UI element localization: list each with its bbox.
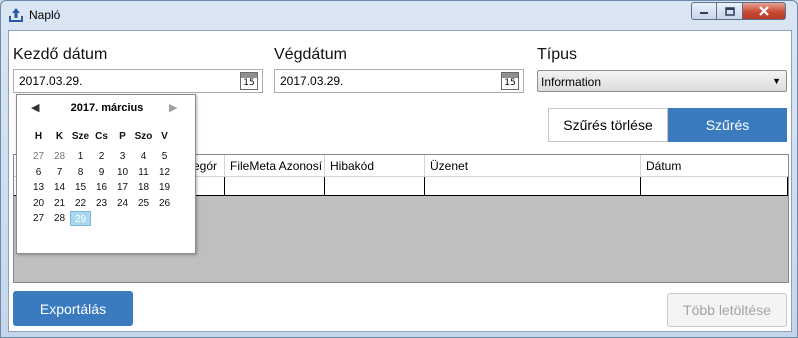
upload-icon bbox=[9, 8, 23, 22]
calendar-weekday: Szo bbox=[134, 131, 153, 142]
maximize-icon bbox=[724, 6, 735, 16]
calendar-day[interactable]: 24 bbox=[112, 196, 133, 211]
close-button[interactable] bbox=[743, 2, 786, 20]
calendar-day[interactable]: 13 bbox=[28, 180, 49, 195]
client-area: Kezdő dátum 2017.03.29. 15 Végdátum 2017… bbox=[8, 30, 792, 332]
type-select[interactable]: Information ▼ bbox=[537, 70, 787, 92]
calendar-day[interactable]: 23 bbox=[91, 196, 112, 211]
column-header[interactable]: FileMeta Azonosí bbox=[225, 155, 325, 177]
close-icon bbox=[759, 6, 769, 16]
calendar-day[interactable]: 21 bbox=[49, 196, 70, 211]
type-select-value: Information bbox=[541, 75, 602, 89]
calendar-day[interactable]: 17 bbox=[112, 180, 133, 195]
maximize-button[interactable] bbox=[717, 2, 743, 20]
table-cell[interactable] bbox=[325, 177, 425, 195]
title-bar[interactable]: Napló bbox=[1, 1, 797, 29]
calendar-day[interactable]: 28 bbox=[49, 211, 70, 226]
minimize-icon bbox=[700, 12, 708, 14]
end-calendar-icon[interactable]: 15 bbox=[501, 72, 519, 90]
calendar-day[interactable]: 14 bbox=[49, 180, 70, 195]
export-button[interactable]: Exportálás bbox=[13, 291, 133, 326]
calendar-day[interactable]: 6 bbox=[28, 165, 49, 180]
calendar-day[interactable]: 25 bbox=[133, 196, 154, 211]
calendar-day[interactable]: 16 bbox=[91, 180, 112, 195]
calendar-day[interactable]: 18 bbox=[133, 180, 154, 195]
start-date-value[interactable]: 2017.03.29. bbox=[19, 74, 82, 88]
calendar-day[interactable]: 7 bbox=[49, 165, 70, 180]
calendar-day[interactable]: 20 bbox=[28, 196, 49, 211]
calendar-day[interactable]: 11 bbox=[133, 165, 154, 180]
calendar-month-title[interactable]: 2017. március bbox=[57, 102, 157, 114]
calendar-day[interactable]: 2 bbox=[91, 149, 112, 164]
calendar-day[interactable]: 3 bbox=[112, 149, 133, 164]
table-cell[interactable] bbox=[425, 177, 641, 195]
calendar-weekday: K bbox=[55, 131, 64, 142]
column-header[interactable]: Dátum bbox=[641, 155, 788, 177]
calendar-day[interactable]: 1 bbox=[70, 149, 91, 164]
calendar-day[interactable]: 22 bbox=[70, 196, 91, 211]
calendar-day[interactable]: 19 bbox=[154, 180, 175, 195]
calendar-day[interactable]: 26 bbox=[154, 196, 175, 211]
end-date-picker[interactable]: 2017.03.29. 15 bbox=[274, 69, 524, 93]
calendar-weekday: H bbox=[34, 131, 43, 142]
end-date-value[interactable]: 2017.03.29. bbox=[280, 74, 343, 88]
chevron-down-icon: ▼ bbox=[772, 76, 781, 86]
calendar-day[interactable]: 5 bbox=[154, 149, 175, 164]
calendar-day[interactable]: 4 bbox=[133, 149, 154, 164]
filter-button[interactable]: Szűrés bbox=[668, 108, 787, 142]
calendar-weekday: Sze bbox=[71, 131, 90, 142]
next-month-icon[interactable]: ▶ bbox=[169, 101, 177, 114]
start-calendar-icon[interactable]: 15 bbox=[240, 72, 258, 90]
calendar-weekday: Cs bbox=[95, 131, 108, 142]
load-more-button[interactable]: Több letöltése bbox=[667, 293, 787, 327]
calendar-day[interactable]: 29 bbox=[70, 211, 91, 226]
start-date-label: Kezdő dátum bbox=[13, 46, 108, 63]
calendar-popup[interactable]: ◀ 2017. március ▶ H K Sze Cs P Szo V 27 28 1 2 3 4 5 6… bbox=[16, 94, 196, 254]
type-label: Típus bbox=[537, 46, 578, 63]
table-cell[interactable] bbox=[225, 177, 325, 195]
calendar-day[interactable]: 12 bbox=[154, 165, 175, 180]
previous-month-icon[interactable]: ◀ bbox=[31, 101, 39, 114]
end-date-label: Végdátum bbox=[274, 46, 347, 63]
calendar-weekday: P bbox=[119, 131, 126, 142]
calendar-day[interactable]: 10 bbox=[112, 165, 133, 180]
calendar-day[interactable]: 9 bbox=[91, 165, 112, 180]
calendar-day[interactable]: 27 bbox=[28, 149, 49, 164]
window-title: Napló bbox=[29, 8, 61, 22]
clear-filter-button[interactable]: Szűrés törlése bbox=[548, 108, 668, 142]
calendar-day[interactable]: 8 bbox=[70, 165, 91, 180]
column-header[interactable]: Üzenet bbox=[425, 155, 641, 177]
calendar-weekday: V bbox=[161, 131, 168, 142]
calendar-day[interactable]: 27 bbox=[28, 211, 49, 226]
calendar-day[interactable]: 28 bbox=[49, 149, 70, 164]
calendar-day[interactable]: 15 bbox=[70, 180, 91, 195]
column-header[interactable]: Hibakód bbox=[325, 155, 425, 177]
minimize-button[interactable] bbox=[691, 2, 717, 20]
app-window: Napló Kezdő dátum 2017.03.29. 15 Végdátu… bbox=[0, 0, 798, 338]
start-date-picker[interactable]: 2017.03.29. 15 bbox=[13, 69, 263, 93]
table-cell[interactable] bbox=[641, 177, 788, 195]
